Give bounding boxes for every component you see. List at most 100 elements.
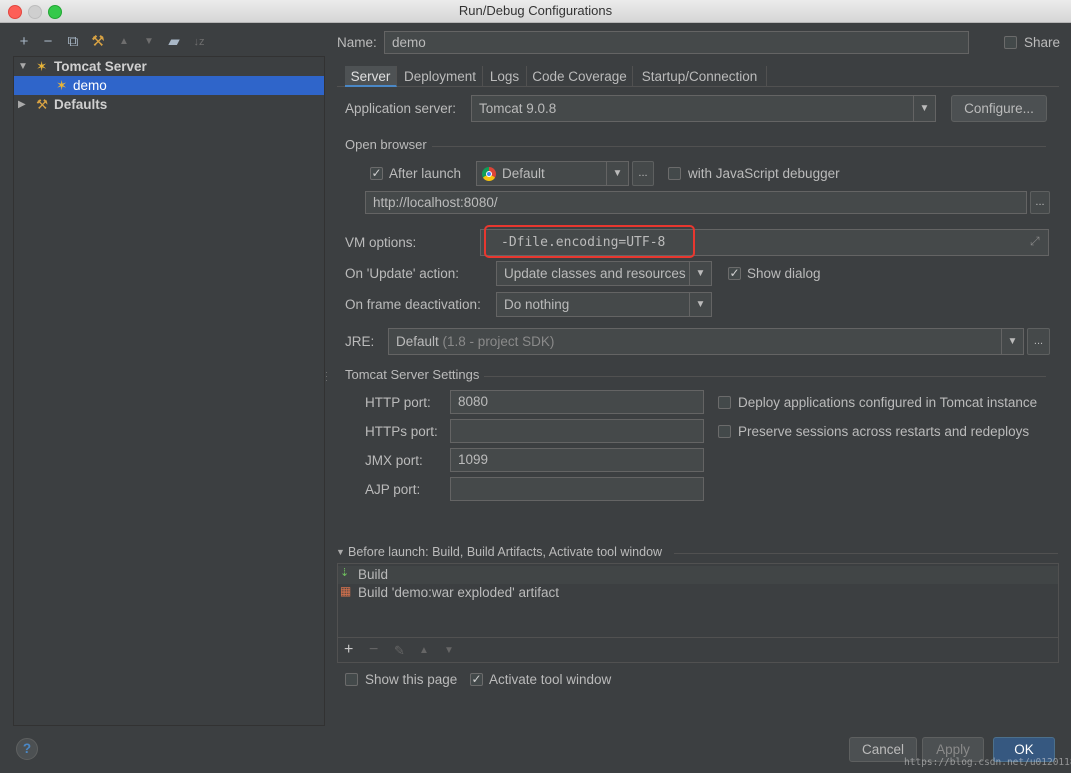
- https-port-input[interactable]: [450, 419, 704, 443]
- jre-label: JRE:: [345, 334, 375, 349]
- before-launch-title: Before launch: Build, Build Artifacts, A…: [348, 545, 663, 559]
- tab-deployment[interactable]: Deployment: [398, 66, 483, 87]
- browser-value: Default: [502, 166, 545, 181]
- tomcat-settings-title: Tomcat Server Settings: [345, 367, 480, 382]
- on-update-value: Update classes and resources: [504, 266, 686, 281]
- url-input[interactable]: http://localhost:8080/: [365, 191, 1027, 214]
- jre-hint: (1.8 - project SDK): [442, 334, 555, 349]
- tree-item-defaults[interactable]: ▶ ⚒ Defaults: [14, 95, 324, 114]
- deploy-apps-checkbox[interactable]: [718, 396, 731, 409]
- configurations-tree[interactable]: ▼ ✶ Tomcat Server ✶ demo ▶ ⚒ Defaults: [13, 56, 325, 726]
- configure-button[interactable]: Configure...: [951, 95, 1047, 122]
- tree-item-label: Tomcat Server: [54, 59, 147, 74]
- open-browser-separator: [432, 146, 1046, 147]
- expand-arrow-icon[interactable]: ▼: [18, 57, 28, 76]
- move-task-down-icon[interactable]: ▼: [444, 645, 454, 656]
- before-launch-separator: [674, 553, 1058, 554]
- tab-startup-connection[interactable]: Startup/Connection: [633, 66, 767, 87]
- defaults-icon: ⚒: [36, 97, 49, 112]
- before-launch-collapse-icon[interactable]: ▼: [336, 547, 345, 557]
- tomcat-config-icon: ✶: [56, 78, 68, 93]
- js-debugger-checkbox[interactable]: [668, 167, 681, 180]
- highlight-box: [484, 225, 695, 258]
- on-frame-select[interactable]: Do nothing ▼: [496, 292, 712, 317]
- browser-options-button[interactable]: ...: [632, 161, 654, 186]
- tab-code-coverage[interactable]: Code Coverage: [527, 66, 633, 87]
- preserve-sessions-checkbox[interactable]: [718, 425, 731, 438]
- edit-task-icon[interactable]: ✎: [394, 643, 405, 659]
- move-down-icon[interactable]: ▼: [140, 33, 158, 51]
- after-launch-checkbox[interactable]: ✓: [370, 167, 383, 180]
- on-update-label: On 'Update' action:: [345, 266, 459, 281]
- activate-tool-window-label: Activate tool window: [489, 672, 612, 687]
- before-launch-list[interactable]: ⇣ Build ▦ Build 'demo:war exploded' arti…: [337, 563, 1059, 663]
- sort-icon[interactable]: ↓z: [190, 33, 208, 51]
- artifact-icon: ▦: [340, 584, 352, 598]
- dropdown-arrow-icon: ▼: [1001, 329, 1023, 354]
- deploy-apps-label: Deploy applications configured in Tomcat…: [738, 395, 1038, 410]
- jmx-port-input[interactable]: 1099: [450, 448, 704, 472]
- tree-item-label: Defaults: [54, 97, 108, 112]
- share-checkbox[interactable]: [1004, 36, 1017, 49]
- tab-logs[interactable]: Logs: [483, 66, 527, 87]
- copy-configuration-icon[interactable]: ⧉: [64, 33, 82, 51]
- build-icon: ⇣: [340, 567, 350, 579]
- open-browser-title: Open browser: [345, 137, 427, 152]
- close-window-button[interactable]: [8, 5, 22, 19]
- https-port-label: HTTPs port:: [365, 424, 438, 439]
- collapse-arrow-icon[interactable]: ▶: [18, 95, 26, 114]
- on-update-select[interactable]: Update classes and resources ▼: [496, 261, 712, 286]
- show-page-label: Show this page: [365, 672, 458, 687]
- jre-select[interactable]: Default (1.8 - project SDK) ▼: [388, 328, 1024, 355]
- tree-item-tomcat-server[interactable]: ▼ ✶ Tomcat Server: [14, 57, 324, 76]
- name-input[interactable]: demo: [384, 31, 969, 54]
- http-port-input[interactable]: 8080: [450, 390, 704, 414]
- title-bar: Run/Debug Configurations: [0, 0, 1071, 23]
- tomcat-icon: ✶: [36, 59, 48, 74]
- list-item-label: Build: [358, 567, 389, 582]
- jmx-port-label: JMX port:: [365, 453, 423, 468]
- app-server-value: Tomcat 9.0.8: [479, 101, 557, 116]
- minimize-window-button[interactable]: [28, 5, 42, 19]
- app-server-select[interactable]: Tomcat 9.0.8 ▼: [471, 95, 936, 122]
- dropdown-arrow-icon: ▼: [689, 293, 711, 316]
- edit-defaults-icon[interactable]: ⚒: [89, 33, 107, 51]
- remove-task-icon[interactable]: −: [369, 641, 378, 659]
- list-item[interactable]: ▦ Build 'demo:war exploded' artifact: [338, 584, 1058, 602]
- on-frame-value: Do nothing: [504, 297, 570, 312]
- help-button[interactable]: ?: [16, 738, 38, 760]
- js-debugger-label: with JavaScript debugger: [688, 166, 840, 181]
- add-task-icon[interactable]: +: [344, 641, 353, 659]
- http-port-label: HTTP port:: [365, 395, 431, 410]
- ajp-port-input[interactable]: [450, 477, 704, 501]
- ajp-port-label: AJP port:: [365, 482, 421, 497]
- move-task-up-icon[interactable]: ▲: [419, 645, 429, 656]
- preserve-sessions-label: Preserve sessions across restarts and re…: [738, 424, 1030, 439]
- app-server-label: Application server:: [345, 101, 457, 116]
- browser-select[interactable]: Default ▼: [476, 161, 629, 186]
- list-item[interactable]: ⇣ Build: [338, 566, 1058, 584]
- folder-icon[interactable]: ▰: [165, 33, 183, 51]
- url-options-button[interactable]: ...: [1030, 191, 1050, 214]
- maximize-window-button[interactable]: [48, 5, 62, 19]
- show-dialog-checkbox[interactable]: ✓: [728, 267, 741, 280]
- window-title: Run/Debug Configurations: [458, 3, 613, 18]
- jre-options-button[interactable]: ...: [1027, 328, 1050, 355]
- splitter-handle[interactable]: · · ·: [325, 368, 328, 385]
- chrome-icon: [482, 167, 496, 181]
- activate-tool-window-checkbox[interactable]: ✓: [470, 673, 483, 686]
- remove-configuration-icon[interactable]: −: [39, 33, 57, 51]
- list-toolbar-separator: [338, 637, 1058, 638]
- add-configuration-icon[interactable]: +: [15, 33, 33, 51]
- tab-server[interactable]: Server: [345, 66, 397, 87]
- dropdown-arrow-icon: ▼: [913, 96, 935, 121]
- expand-icon[interactable]: ⤢: [1030, 234, 1040, 249]
- jre-value: Default: [396, 334, 439, 349]
- show-dialog-label: Show dialog: [747, 266, 821, 281]
- tree-item-demo[interactable]: ✶ demo: [14, 76, 324, 95]
- on-frame-label: On frame deactivation:: [345, 297, 481, 312]
- tree-item-label: demo: [73, 78, 107, 93]
- dropdown-arrow-icon: ▼: [606, 162, 628, 185]
- move-up-icon[interactable]: ▲: [115, 33, 133, 51]
- show-page-checkbox[interactable]: [345, 673, 358, 686]
